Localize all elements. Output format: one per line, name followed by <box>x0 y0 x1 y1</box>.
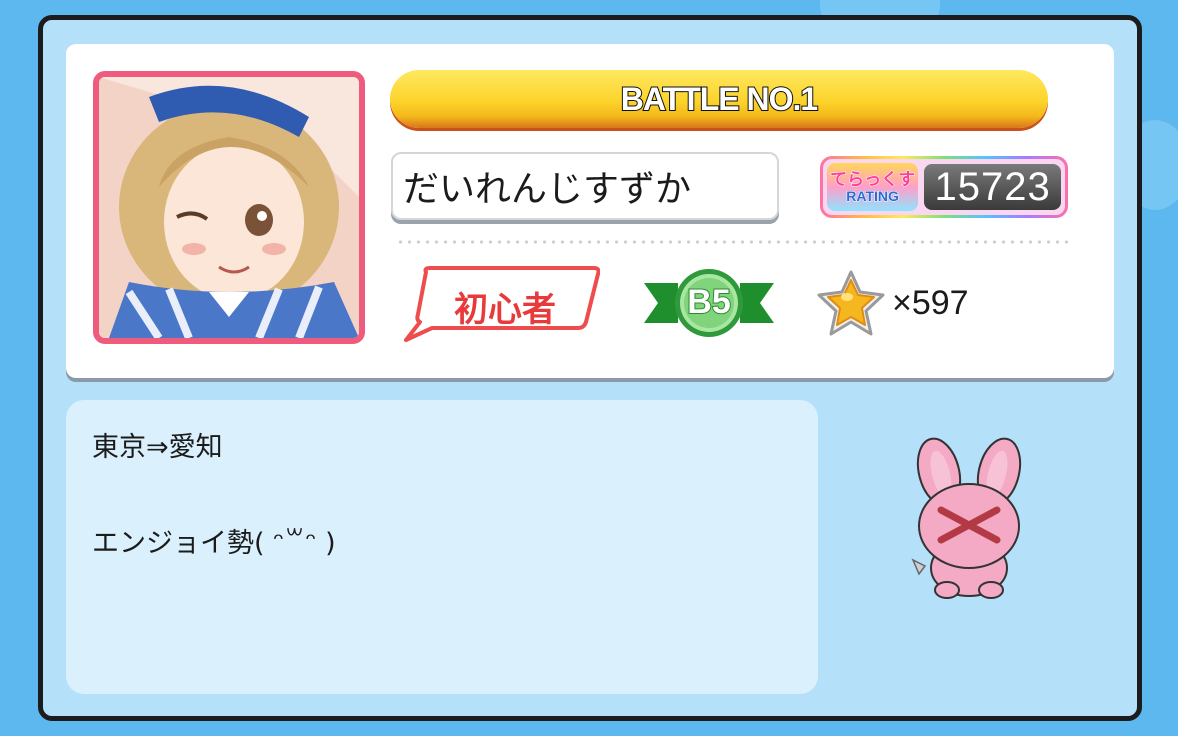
rating-value: 15723 <box>924 164 1061 210</box>
comment-line-1: 東京⇒愛知 <box>92 432 223 463</box>
rating-logo: てらっくす RATING <box>827 163 919 211</box>
battle-number-label: BATTLE NO.1 <box>620 80 819 118</box>
battle-number-banner: BATTLE NO.1 <box>390 70 1048 128</box>
player-name-field: だいれんじすずか <box>391 152 779 220</box>
beginner-title-badge: 初心者 <box>404 266 600 342</box>
star-icon <box>817 270 885 336</box>
rank-label: B5 <box>686 282 731 322</box>
character-portrait-icon <box>99 77 359 338</box>
avatar[interactable] <box>93 71 365 344</box>
dotted-divider <box>396 240 1072 244</box>
rating-logo-bottom: RATING <box>846 187 900 204</box>
beginner-title-label: 初心者 <box>454 290 556 330</box>
rating-logo-top: てらっくす <box>830 169 916 190</box>
star-count: ×597 <box>892 284 969 322</box>
comment-box: 東京⇒愛知 エンジョイ勢( ᵔ꒳ᵔ ) <box>66 400 818 694</box>
rank-badge: B5 <box>644 265 774 341</box>
player-name: だいれんじすずか <box>403 169 692 210</box>
comment-line-2: エンジョイ勢( ᵔ꒳ᵔ ) <box>92 528 336 559</box>
pink-rabbit-mascot-icon <box>911 437 1022 599</box>
rating-badge: てらっくす RATING 15723 <box>820 156 1068 218</box>
